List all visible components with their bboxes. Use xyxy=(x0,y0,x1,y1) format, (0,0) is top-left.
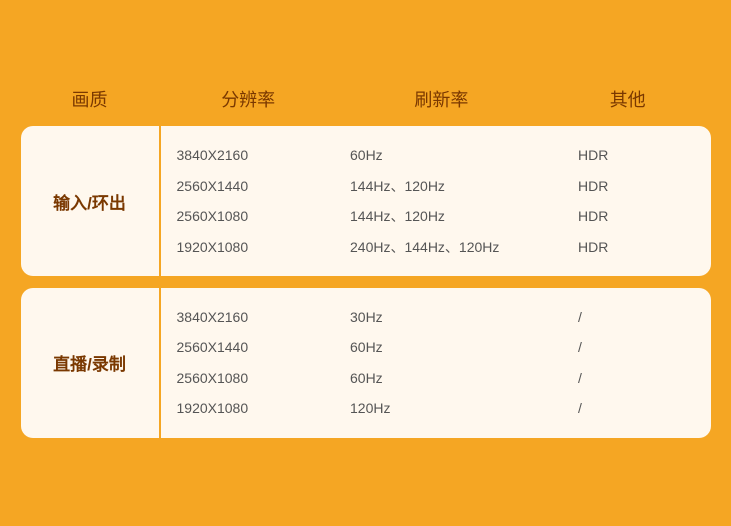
header-refresh: 刷新率 xyxy=(338,86,545,112)
oth-3: HDR xyxy=(578,205,703,227)
res-2: 2560X1440 xyxy=(177,175,335,197)
ref-4: 240Hz、144Hz、120Hz xyxy=(350,236,554,258)
table-row: 直播/录制 3840X2160 2560X1440 2560X1080 1920… xyxy=(21,288,711,438)
oth-4: HDR xyxy=(578,236,703,258)
other-col-input-output: HDR HDR HDR HDR xyxy=(562,126,711,276)
live-ref-2: 60Hz xyxy=(350,336,554,358)
oth-1: HDR xyxy=(578,144,703,166)
header-other: 其他 xyxy=(545,86,711,112)
live-ref-1: 30Hz xyxy=(350,306,554,328)
refresh-col-input-output: 60Hz 144Hz、120Hz 144Hz、120Hz 240Hz、144Hz… xyxy=(342,126,562,276)
live-oth-4: / xyxy=(578,397,703,419)
ref-1: 60Hz xyxy=(350,144,554,166)
header-quality: 画质 xyxy=(21,86,159,112)
live-oth-1: / xyxy=(578,306,703,328)
res-1: 3840X2160 xyxy=(177,144,335,166)
live-oth-3: / xyxy=(578,367,703,389)
other-col-live-record: / / / / xyxy=(562,288,711,438)
live-oth-2: / xyxy=(578,336,703,358)
quality-cell-input-output: 输入/环出 xyxy=(21,126,159,276)
live-res-3: 2560X1080 xyxy=(177,367,335,389)
data-cells-live-record: 3840X2160 2560X1440 2560X1080 1920X1080 … xyxy=(159,288,711,438)
data-cells-input-output: 3840X2160 2560X1440 2560X1080 1920X1080 … xyxy=(159,126,711,276)
ref-3: 144Hz、120Hz xyxy=(350,205,554,227)
refresh-col-live-record: 30Hz 60Hz 60Hz 120Hz xyxy=(342,288,562,438)
live-ref-3: 60Hz xyxy=(350,367,554,389)
table-header: 画质 分辨率 刷新率 其他 xyxy=(21,76,711,126)
live-ref-4: 120Hz xyxy=(350,397,554,419)
table-row: 输入/环出 3840X2160 2560X1440 2560X1080 1920… xyxy=(21,126,711,276)
live-res-4: 1920X1080 xyxy=(177,397,335,419)
header-resolution: 分辨率 xyxy=(159,86,338,112)
main-container: 画质 分辨率 刷新率 其他 输入/环出 3840X2160 2560X1440 … xyxy=(21,76,711,449)
ref-2: 144Hz、120Hz xyxy=(350,175,554,197)
oth-2: HDR xyxy=(578,175,703,197)
live-res-2: 2560X1440 xyxy=(177,336,335,358)
res-4: 1920X1080 xyxy=(177,236,335,258)
live-res-1: 3840X2160 xyxy=(177,306,335,328)
resolution-col-live-record: 3840X2160 2560X1440 2560X1080 1920X1080 xyxy=(161,288,343,438)
resolution-col-input-output: 3840X2160 2560X1440 2560X1080 1920X1080 xyxy=(161,126,343,276)
quality-cell-live-record: 直播/录制 xyxy=(21,288,159,438)
res-3: 2560X1080 xyxy=(177,205,335,227)
